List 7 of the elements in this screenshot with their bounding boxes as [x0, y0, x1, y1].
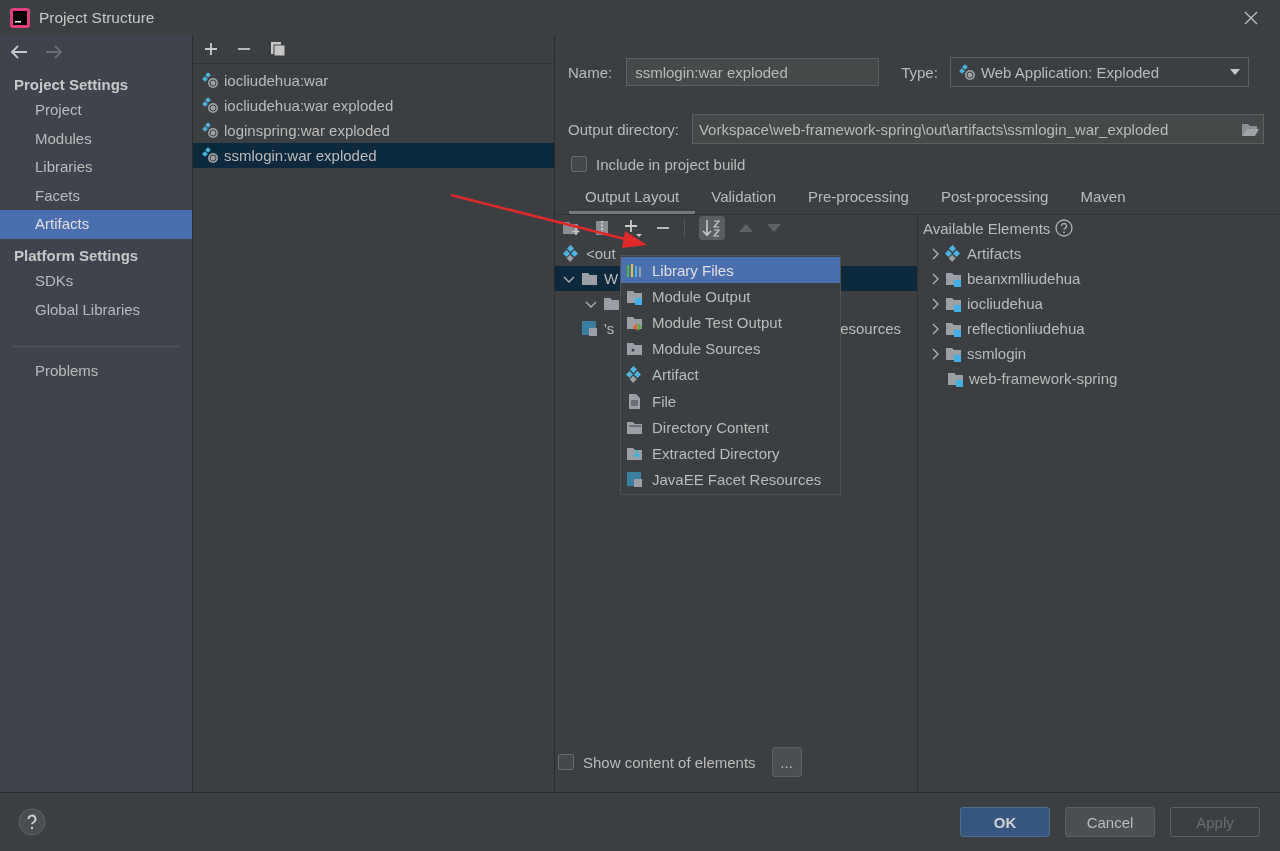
section-heading: Project Settings: [13, 75, 130, 95]
field-label: Name:: [568, 63, 613, 81]
window-title: Project Structure: [39, 8, 156, 27]
section-heading: Platform Settings: [13, 245, 140, 266]
field-label: Output directory:: [568, 120, 679, 138]
field-label: Type:: [901, 63, 938, 81]
panel-title: Available Elements: [923, 219, 1051, 237]
